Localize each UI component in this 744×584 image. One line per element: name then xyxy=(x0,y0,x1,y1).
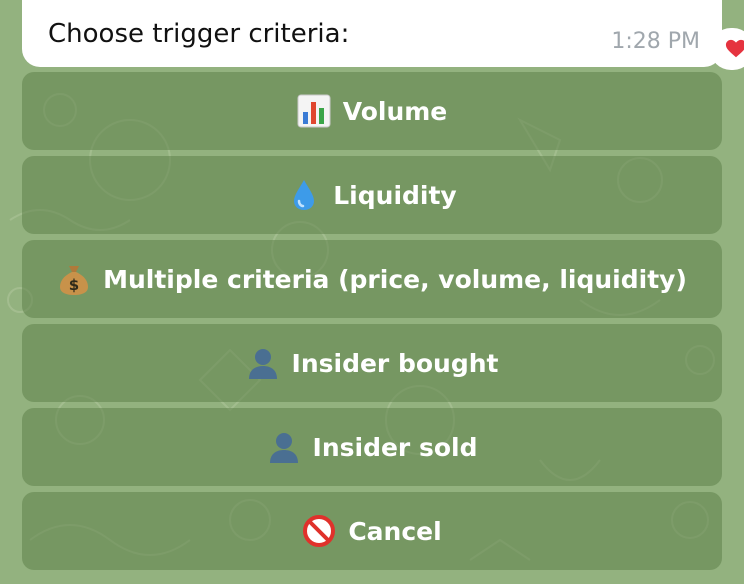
insider-sold-button[interactable]: Insider sold xyxy=(22,408,722,486)
person-silhouette-icon xyxy=(246,346,280,380)
droplet-icon xyxy=(287,178,321,212)
prohibited-icon xyxy=(302,514,336,548)
bar-chart-icon xyxy=(297,94,331,128)
cancel-button[interactable]: Cancel xyxy=(22,492,722,570)
volume-button[interactable]: Volume xyxy=(22,72,722,150)
insider-bought-button[interactable]: Insider bought xyxy=(22,324,722,402)
insider-sold-button-label: Insider sold xyxy=(312,432,478,462)
message-timestamp: 1:28 PM xyxy=(611,29,700,54)
money-bag-icon: $ xyxy=(57,262,91,296)
volume-button-label: Volume xyxy=(342,96,448,126)
cancel-button-label: Cancel xyxy=(348,516,442,546)
liquidity-button-label: Liquidity xyxy=(333,180,457,210)
person-silhouette-icon xyxy=(267,430,301,464)
multiple-criteria-button[interactable]: $ Multiple criteria (price, volume, liqu… xyxy=(22,240,722,318)
multiple-criteria-button-label: Multiple criteria (price, volume, liquid… xyxy=(103,264,687,294)
insider-bought-button-label: Insider bought xyxy=(291,348,499,378)
message-text: Choose trigger criteria: xyxy=(48,19,350,49)
liquidity-button[interactable]: Liquidity xyxy=(22,156,722,234)
message-bubble: Choose trigger criteria: 1:28 PM xyxy=(22,0,722,67)
reaction-badge[interactable] xyxy=(710,28,744,70)
svg-text:$: $ xyxy=(69,276,79,294)
inline-keyboard: Volume Liquidity $ Multiple criteria (pr… xyxy=(22,72,722,576)
heart-icon xyxy=(725,39,744,58)
